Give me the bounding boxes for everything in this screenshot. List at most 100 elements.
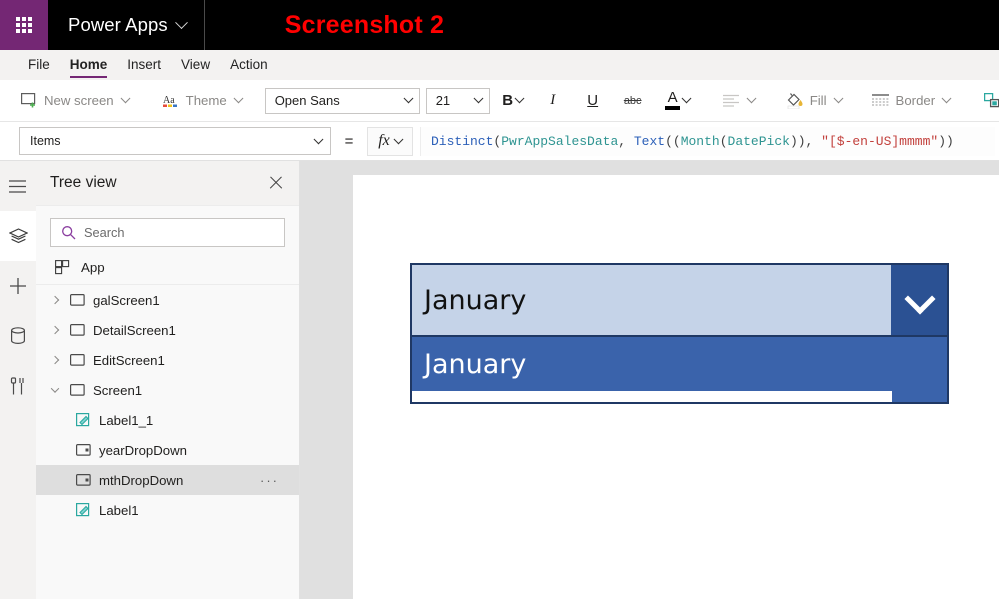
chevron-down-icon[interactable] <box>833 93 843 104</box>
border-icon <box>871 94 890 107</box>
scrollbar-corner <box>892 391 947 402</box>
dropdown-option[interactable]: January <box>412 337 947 391</box>
ribbon-group-paragraph <box>708 80 770 122</box>
tools-settings-icon[interactable] <box>0 361 36 411</box>
menu-item-home[interactable]: Home <box>60 50 118 80</box>
align-left-icon <box>722 94 740 107</box>
font-color-letter: A <box>667 89 678 106</box>
ribbon-group-fill: Fill <box>770 80 857 122</box>
layers-tree-view-icon[interactable] <box>0 211 36 261</box>
chevron-down-icon[interactable] <box>514 93 525 104</box>
tree-item-label: DetailScreen1 <box>93 322 176 338</box>
dropdown-icon <box>76 474 91 486</box>
tree-item-label: mthDropDown <box>99 472 184 488</box>
fill-button[interactable]: Fill <box>778 86 849 116</box>
formula-token: PwrAppSalesData <box>501 133 619 149</box>
formula-token: Text <box>633 133 666 149</box>
font-color-icon: A <box>665 89 681 110</box>
tree-item-yeardropdown[interactable]: yearDropDown <box>36 435 299 465</box>
scrollbar-track[interactable] <box>412 391 892 402</box>
top-bar: Power Apps Screenshot 2 <box>0 0 999 50</box>
chevron-down-icon[interactable] <box>746 93 757 104</box>
annotation-title: Screenshot 2 <box>284 10 445 39</box>
chevron-down-icon[interactable] <box>120 93 131 104</box>
tree-item-more-button[interactable]: ··· <box>260 465 279 495</box>
chevron-down-icon[interactable] <box>313 133 324 144</box>
tree-item-label: Label1_1 <box>99 412 154 428</box>
theme-button[interactable]: Aa Theme <box>156 86 249 116</box>
month-dropdown-control[interactable]: January January <box>410 263 949 404</box>
ribbon-group-border: Border <box>857 80 966 122</box>
formula-token: DatePick <box>727 133 790 149</box>
formula-token: (( <box>665 133 681 149</box>
chevron-down-icon[interactable] <box>174 15 188 29</box>
reorder-button[interactable]: Reorder <box>977 86 999 116</box>
strikethrough-button[interactable]: abc <box>616 86 650 116</box>
tree-item-screen1[interactable]: Screen1 <box>36 375 299 405</box>
font-family-select[interactable]: Open Sans <box>264 87 420 114</box>
hamburger-menu-icon[interactable] <box>0 161 36 211</box>
page-title: Tree view <box>50 174 117 191</box>
dropdown-toggle-button[interactable] <box>891 265 947 335</box>
menu-item-view[interactable]: View <box>171 50 220 80</box>
menu-item-action[interactable]: Action <box>220 50 278 80</box>
screen-icon <box>70 354 85 366</box>
menu-item-insert[interactable]: Insert <box>117 50 171 80</box>
chevron-down-icon[interactable] <box>233 93 244 104</box>
tree-item-label: Label1 <box>99 502 139 518</box>
italic-button[interactable]: I <box>536 86 570 116</box>
brand-area[interactable]: Power Apps <box>48 0 205 50</box>
ribbon-group-new: New screen <box>0 80 144 122</box>
chevron-down-icon[interactable] <box>473 93 484 104</box>
tree-item-app[interactable]: App <box>36 256 299 285</box>
close-icon[interactable] <box>267 174 285 192</box>
tree-node-list: galScreen1 DetailScreen1 EditScreen1 Screen… <box>36 285 299 525</box>
font-color-button[interactable]: A <box>656 86 700 116</box>
fx-button[interactable]: fx <box>367 126 413 156</box>
dropdown-option-list: January <box>412 335 947 402</box>
tree-item-detailscreen1[interactable]: DetailScreen1 <box>36 315 299 345</box>
chevron-down-icon[interactable] <box>48 384 62 393</box>
app-launcher-icon[interactable] <box>0 0 48 50</box>
formula-input[interactable]: Distinct(PwrAppSalesData, Text((Month(Da… <box>420 126 995 156</box>
align-button[interactable] <box>716 86 762 116</box>
chevron-down-icon[interactable] <box>681 93 692 104</box>
property-select[interactable]: Items <box>19 127 331 155</box>
power-apps-studio: Power Apps Screenshot 2 File Home Insert… <box>0 0 999 599</box>
search-box[interactable]: Search <box>50 218 285 247</box>
ribbon-group-reorder: Reorder <box>969 80 999 122</box>
dropdown-scrollbar[interactable] <box>412 391 947 402</box>
chevron-right-icon[interactable] <box>48 325 62 335</box>
database-data-icon[interactable] <box>0 311 36 361</box>
search-input[interactable]: Search <box>84 225 125 240</box>
font-size-select[interactable]: 21 <box>425 87 490 114</box>
tree-item-label1[interactable]: Label1 <box>36 495 299 525</box>
font-color-swatch <box>665 106 681 110</box>
tree-item-editscreen1[interactable]: EditScreen1 <box>36 345 299 375</box>
formula-token: )) <box>938 133 954 149</box>
new-screen-button[interactable]: New screen <box>14 86 136 116</box>
fill-bucket-icon <box>785 92 804 109</box>
chevron-down-icon <box>907 288 931 312</box>
plus-insert-icon[interactable] <box>0 261 36 311</box>
dropdown-selected-value: January <box>424 284 527 316</box>
app-screen-canvas[interactable]: January January <box>353 175 999 599</box>
strikethrough-label: abc <box>623 94 642 107</box>
bold-button[interactable]: B <box>496 86 530 116</box>
border-button[interactable]: Border <box>865 86 958 116</box>
chevron-right-icon[interactable] <box>48 295 62 305</box>
tree-item-galscreen1[interactable]: galScreen1 <box>36 285 299 315</box>
chevron-right-icon[interactable] <box>48 355 62 365</box>
tree-item-label1_1[interactable]: Label1_1 <box>36 405 299 435</box>
chevron-down-icon[interactable] <box>941 93 952 104</box>
property-value: Items <box>30 134 61 148</box>
font-size-value: 21 <box>435 93 451 108</box>
chevron-down-icon[interactable] <box>403 93 414 104</box>
dropdown-header[interactable]: January <box>412 265 947 335</box>
underline-button[interactable]: U <box>576 86 610 116</box>
tree-item-mthdropdown[interactable]: mthDropDown ··· <box>36 465 299 495</box>
chevron-down-icon[interactable] <box>393 133 404 144</box>
fx-label: fx <box>378 132 390 149</box>
label-icon <box>76 413 91 427</box>
menu-item-file[interactable]: File <box>18 50 60 80</box>
